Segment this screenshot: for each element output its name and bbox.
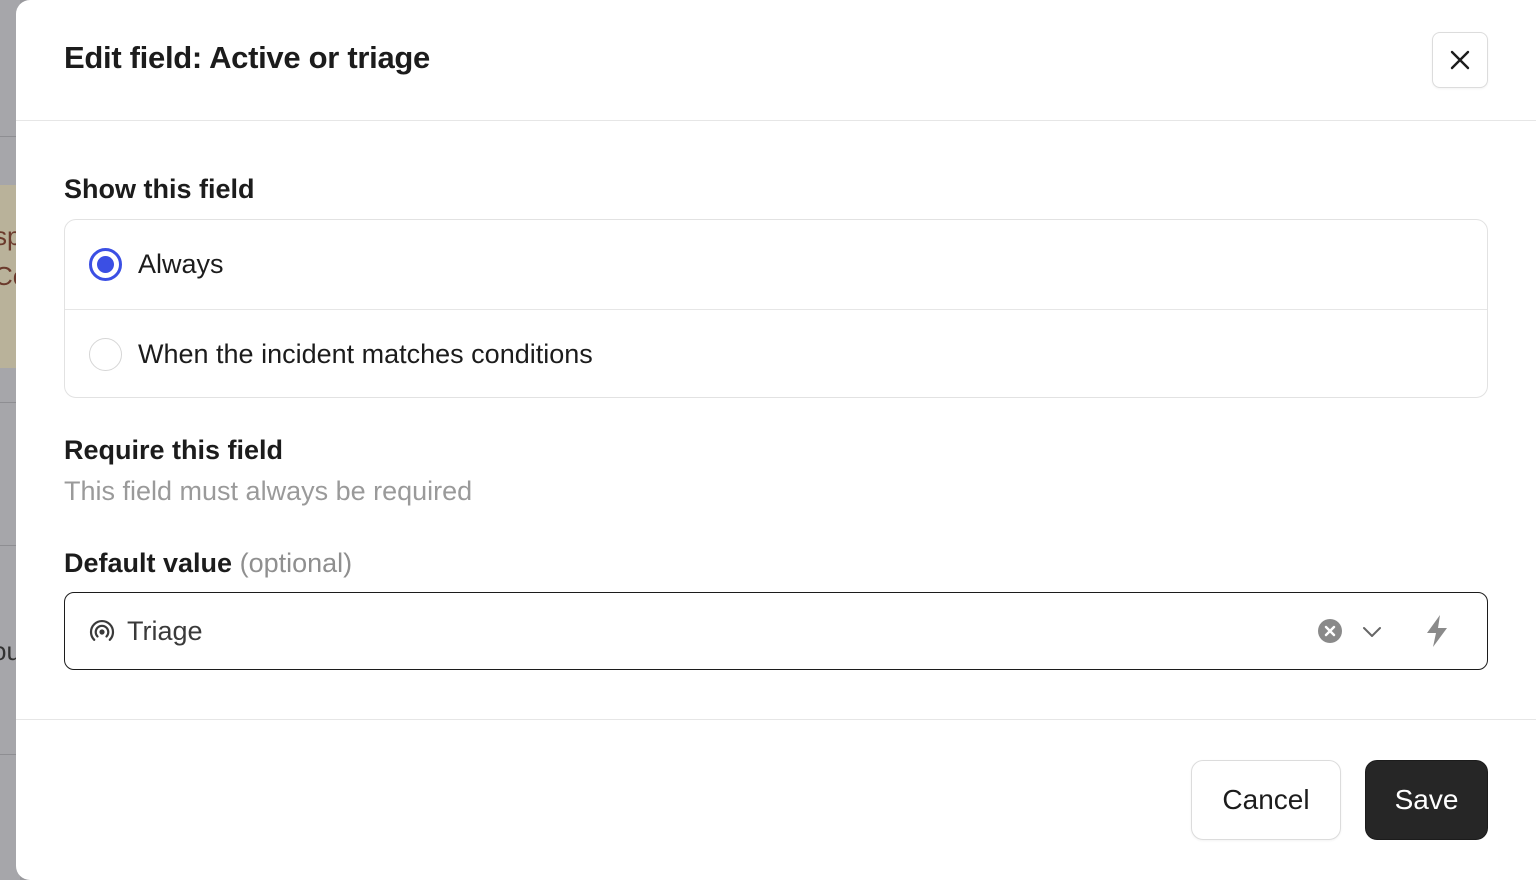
radio-button-unchecked[interactable]	[89, 337, 122, 371]
close-icon	[1448, 48, 1472, 72]
radio-button-checked[interactable]	[89, 248, 122, 281]
broadcast-icon	[89, 618, 115, 644]
radio-option-conditions[interactable]: When the incident matches conditions	[65, 309, 1487, 397]
default-value-label: Default value (optional)	[64, 548, 352, 579]
radio-label: Always	[138, 249, 224, 279]
selected-value: Triage	[127, 615, 203, 646]
save-button[interactable]: Save	[1365, 760, 1488, 840]
require-field-helper: This field must always be required	[64, 476, 473, 506]
default-value-select[interactable]: Triage	[64, 592, 1488, 670]
lightning-icon[interactable]	[1423, 614, 1451, 648]
optional-tag: (optional)	[239, 548, 353, 578]
chevron-down-icon[interactable]	[1361, 620, 1383, 642]
modal-title: Edit field: Active or triage	[64, 40, 430, 75]
clear-icon[interactable]	[1317, 618, 1343, 644]
footer-divider	[16, 719, 1536, 720]
edit-field-modal: Edit field: Active or triage Show this f…	[16, 0, 1536, 880]
show-field-label: Show this field	[64, 174, 255, 204]
modal-header: Edit field: Active or triage	[16, 0, 1536, 121]
require-field-label: Require this field	[64, 435, 284, 465]
radio-option-always[interactable]: Always	[65, 220, 1487, 309]
radio-label: When the incident matches conditions	[138, 338, 593, 369]
default-value-title: Default value	[64, 548, 233, 578]
close-button[interactable]	[1432, 32, 1488, 88]
show-field-radio-group: Always When the incident matches conditi…	[64, 219, 1488, 398]
cancel-button[interactable]: Cancel	[1191, 760, 1341, 840]
